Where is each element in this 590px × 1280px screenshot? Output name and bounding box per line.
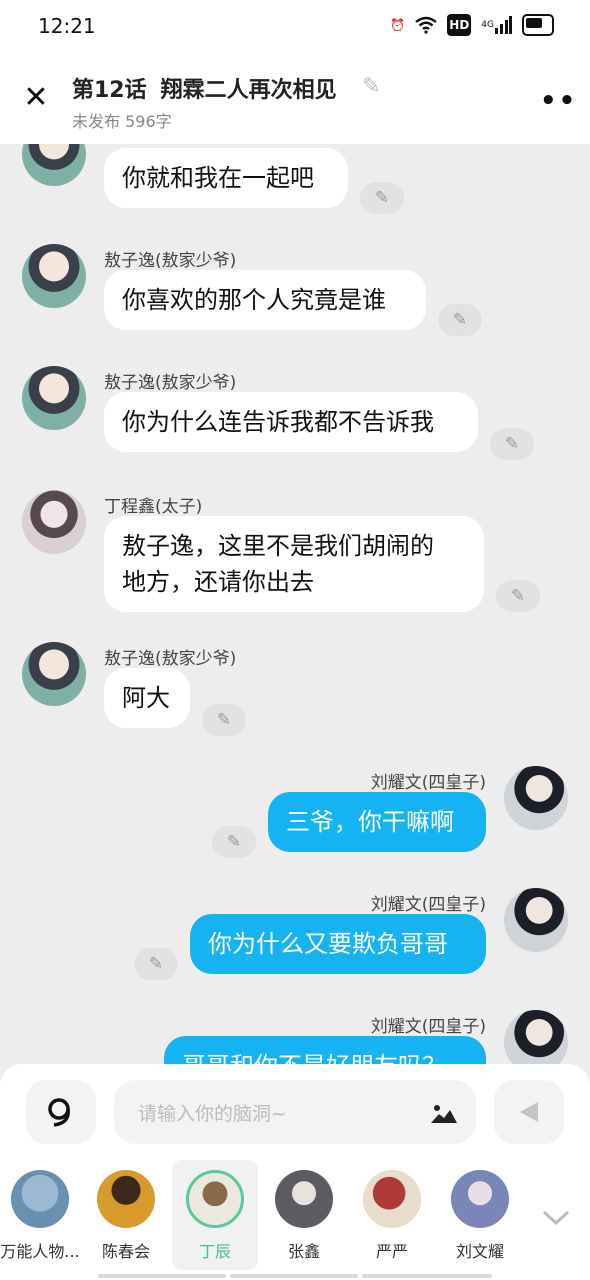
send-button[interactable] (494, 1080, 564, 1144)
character-name: 严严 (375, 1242, 408, 1261)
avatar[interactable] (22, 366, 86, 430)
avatar[interactable] (22, 144, 86, 186)
home-indicator (230, 1274, 358, 1278)
edit-message-icon[interactable]: ✎ (134, 948, 178, 980)
character-avatar (451, 1170, 509, 1228)
clock: 12:21 (38, 14, 96, 38)
image-icon[interactable] (430, 1102, 458, 1124)
episode-title: 翔霖二人再次相见 (160, 78, 337, 103)
edit-message-icon[interactable]: ✎ (438, 304, 482, 336)
message-line: 敖子逸，这里不是我们胡闹的 (122, 532, 434, 560)
edit-message-icon[interactable]: ✎ (360, 182, 404, 214)
speaker-name: 丁程鑫(太子) (104, 497, 203, 517)
character-avatar (363, 1170, 421, 1228)
message-bubble[interactable]: 敖子逸，这里不是我们胡闹的 地方，还请你出去 (104, 516, 484, 612)
chapter-title: 第12话 翔霖二人再次相见 (72, 72, 337, 104)
home-indicator (98, 1274, 226, 1278)
chapter-status: 未发布 596字 (72, 112, 172, 131)
chevron-down-icon[interactable] (542, 1204, 570, 1232)
edit-message-icon[interactable]: ✎ (490, 428, 534, 460)
character-item[interactable]: 刘文耀 (440, 1160, 520, 1270)
inspiration-button[interactable] (26, 1080, 96, 1144)
message-bubble[interactable]: 你就和我在一起吧 (104, 148, 348, 208)
status-icons: ⏰ HD 4G (390, 14, 554, 36)
send-icon (520, 1102, 538, 1122)
input-placeholder: 请输入你的脑洞~ (138, 1103, 287, 1125)
wifi-icon (415, 14, 438, 36)
character-name: 万能人物... (0, 1242, 80, 1261)
character-avatar (97, 1170, 155, 1228)
character-name: 张鑫 (287, 1242, 320, 1261)
message-bubble[interactable]: 你为什么连告诉我都不告诉我 (104, 392, 478, 452)
message-bubble[interactable]: 你喜欢的那个人究竟是谁 (104, 270, 426, 330)
edit-message-icon[interactable]: ✎ (496, 580, 540, 612)
character-strip: 万能人物... 陈春会 丁辰 张鑫 严严 刘文耀 (0, 1160, 590, 1270)
avatar[interactable] (22, 490, 86, 554)
character-item[interactable]: 张鑫 (264, 1160, 344, 1270)
character-item[interactable]: 万能人物... (0, 1160, 80, 1270)
edit-message-icon[interactable]: ✎ (212, 826, 256, 858)
character-avatar (186, 1170, 244, 1228)
speaker-name: 敖子逸(敖家少爷) (104, 251, 237, 271)
message-bubble[interactable]: 你为什么又要欺负哥哥 (190, 914, 486, 974)
alarm-icon: ⏰ (390, 18, 406, 32)
message-line: 地方，还请你出去 (122, 568, 314, 596)
close-icon[interactable]: ✕ (22, 83, 50, 113)
home-indicator (362, 1274, 492, 1278)
character-name: 陈春会 (101, 1242, 150, 1261)
avatar[interactable] (504, 1010, 568, 1064)
status-bar: 12:21 ⏰ HD 4G (0, 0, 590, 52)
character-item[interactable]: 丁辰 (172, 1160, 258, 1270)
edit-title-icon[interactable]: ✎ (362, 74, 388, 100)
episode-number: 第12话 (72, 78, 147, 103)
network-type-label: 4G (481, 20, 494, 30)
battery-icon (522, 14, 554, 36)
more-options-icon[interactable]: •• (540, 86, 577, 116)
chat-area[interactable]: 你就和我在一起吧 ✎ 敖子逸(敖家少爷) 你喜欢的那个人究竟是谁 ✎ 敖子逸(敖… (0, 144, 590, 1064)
character-avatar (11, 1170, 69, 1228)
character-name: 刘文耀 (455, 1242, 504, 1261)
signal-4g-icon: 4G (481, 14, 512, 36)
character-item[interactable]: 陈春会 (86, 1160, 166, 1270)
composer-panel: 请输入你的脑洞~ 万能人物... 陈春会 丁辰 张鑫 严严 刘文耀 (0, 1064, 590, 1280)
hd-icon: HD (447, 14, 472, 36)
inspiration-icon (48, 1098, 70, 1127)
message-bubble[interactable]: 三爷，你干嘛啊 (268, 792, 486, 852)
speaker-name: 刘耀文(四皇子) (370, 773, 486, 793)
idea-input[interactable]: 请输入你的脑洞~ (114, 1080, 476, 1144)
chapter-header: ✕ 第12话 翔霖二人再次相见 ✎ 未发布 596字 •• (0, 52, 590, 144)
character-item[interactable]: 严严 (352, 1160, 432, 1270)
character-avatar (275, 1170, 333, 1228)
avatar[interactable] (22, 244, 86, 308)
edit-message-icon[interactable]: ✎ (202, 704, 246, 736)
speaker-name: 敖子逸(敖家少爷) (104, 373, 237, 393)
avatar[interactable] (22, 642, 86, 706)
avatar[interactable] (504, 766, 568, 830)
message-bubble[interactable]: 阿大 (104, 668, 190, 728)
avatar[interactable] (504, 888, 568, 952)
message-bubble[interactable]: 哥哥和你不是好朋友吗？ (164, 1036, 486, 1064)
speaker-name: 刘耀文(四皇子) (370, 895, 486, 915)
character-name: 丁辰 (198, 1242, 231, 1261)
speaker-name: 敖子逸(敖家少爷) (104, 649, 237, 669)
speaker-name: 刘耀文(四皇子) (370, 1017, 486, 1037)
